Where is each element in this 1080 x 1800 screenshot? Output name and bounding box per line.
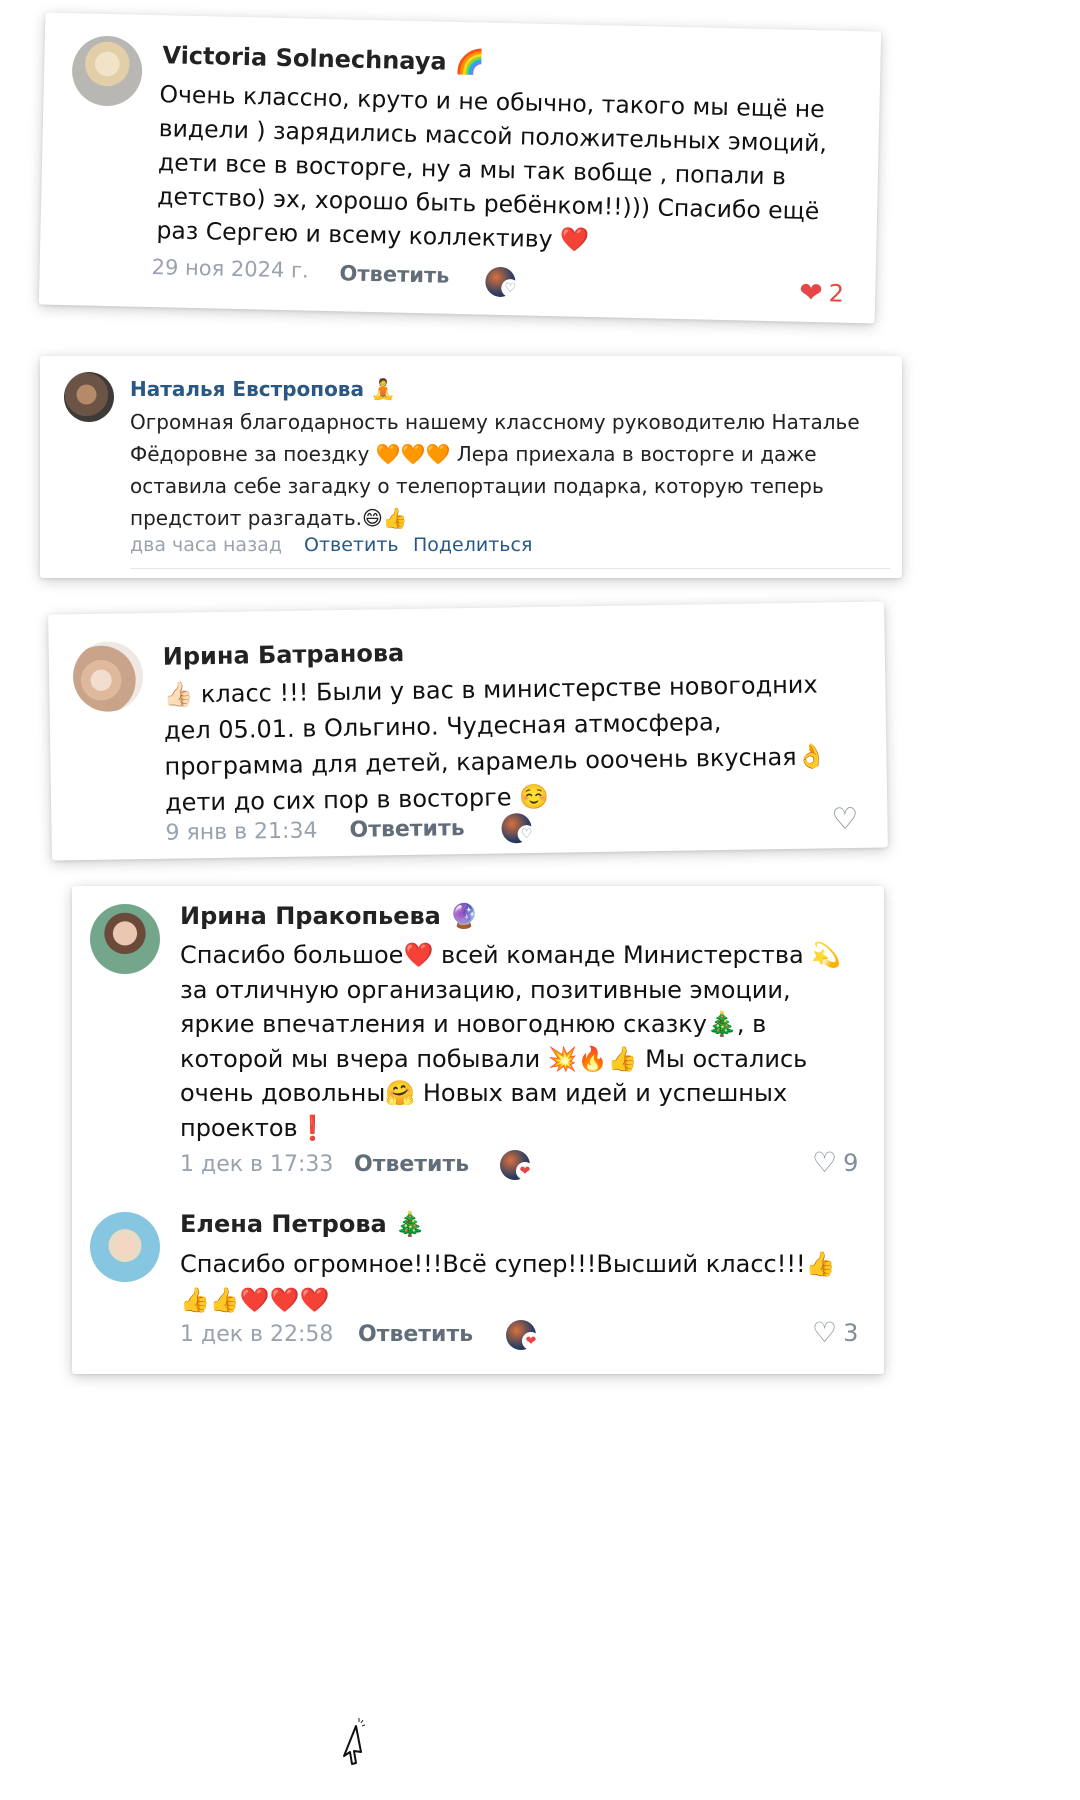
reply-button[interactable]: Ответить xyxy=(339,261,449,287)
author-like-avatar: ♡ xyxy=(485,266,520,298)
author-name[interactable]: Наталья Евстропова 🧘 xyxy=(130,377,396,401)
heart-filled-icon: ❤ xyxy=(522,1332,540,1350)
heart-outline-icon: ♡ xyxy=(812,1316,838,1349)
heart-outline-icon: ♡ xyxy=(517,824,536,844)
reply-button[interactable]: Ответить xyxy=(354,1152,469,1177)
heart-outline-icon: ♡ xyxy=(812,1146,838,1179)
mouse-cursor-icon xyxy=(343,1718,366,1765)
avatar[interactable] xyxy=(90,1212,160,1282)
author-name[interactable]: Елена Петрова 🎄 xyxy=(180,1210,425,1238)
comment-card: Victoria Solnechnaya 🌈 Очень классно, кр… xyxy=(38,12,882,324)
heart-filled-icon: ❤ xyxy=(516,1162,534,1180)
heart-filled-icon: ❤ xyxy=(798,275,824,310)
divider xyxy=(130,568,890,569)
comment-thread-card: Ирина Пракопьева 🔮 Спасибо большое❤️ все… xyxy=(72,886,884,1374)
reply-button[interactable]: Ответить xyxy=(349,816,465,843)
share-button[interactable]: Поделиться xyxy=(413,534,532,556)
avatar[interactable] xyxy=(71,35,143,107)
like-button[interactable]: ♡ 3 xyxy=(812,1316,858,1349)
comment-text: Огромная благодарность нашему классному … xyxy=(130,410,860,530)
comment-date[interactable]: 9 янв в 21:34 xyxy=(165,818,317,845)
reply-button[interactable]: Ответить xyxy=(304,534,399,556)
author-name[interactable]: Ирина Батранова xyxy=(163,639,405,671)
like-button[interactable]: ❤ 2 xyxy=(799,276,844,310)
comment-date[interactable]: 29 ноя 2024 г. xyxy=(151,255,309,283)
author-like-avatar: ♡ xyxy=(501,813,536,844)
author-name[interactable]: Victoria Solnechnaya 🌈 xyxy=(162,41,485,76)
avatar[interactable] xyxy=(90,904,160,974)
like-count: 2 xyxy=(828,278,845,308)
comment-date[interactable]: 1 дек в 17:33 xyxy=(180,1152,333,1177)
like-button[interactable]: ♡ xyxy=(831,802,858,837)
heart-outline-icon: ♡ xyxy=(501,278,520,298)
comment-text: 👍🏻 класс !!! Были у вас в министерстве н… xyxy=(163,670,827,817)
author-name[interactable]: Ирина Пракопьева 🔮 xyxy=(180,902,479,930)
author-like-avatar: ❤ xyxy=(506,1320,540,1350)
author-like-avatar: ❤ xyxy=(500,1150,534,1180)
reply-button[interactable]: Ответить xyxy=(358,1322,473,1347)
like-count: 3 xyxy=(843,1318,859,1347)
comment-date[interactable]: два часа назад xyxy=(130,534,282,556)
avatar[interactable] xyxy=(72,641,144,713)
comment-text: Спасибо большое❤️ всей команде Министерс… xyxy=(180,941,842,1142)
comment-card: Наталья Евстропова 🧘 Огромная благодарно… xyxy=(40,356,902,578)
like-button[interactable]: ♡ 9 xyxy=(812,1146,858,1179)
comment-text: Спасибо огромное!!!Всё супер!!!Высший кл… xyxy=(180,1250,836,1314)
heart-outline-icon: ♡ xyxy=(831,801,859,838)
avatar[interactable] xyxy=(64,372,114,422)
comment-card: Ирина Батранова 👍🏻 класс !!! Были у вас … xyxy=(48,601,888,861)
like-count: 9 xyxy=(843,1148,859,1177)
comment-date[interactable]: 1 дек в 22:58 xyxy=(180,1322,333,1347)
comment-text: Очень классно, круто и не обычно, такого… xyxy=(156,80,828,254)
